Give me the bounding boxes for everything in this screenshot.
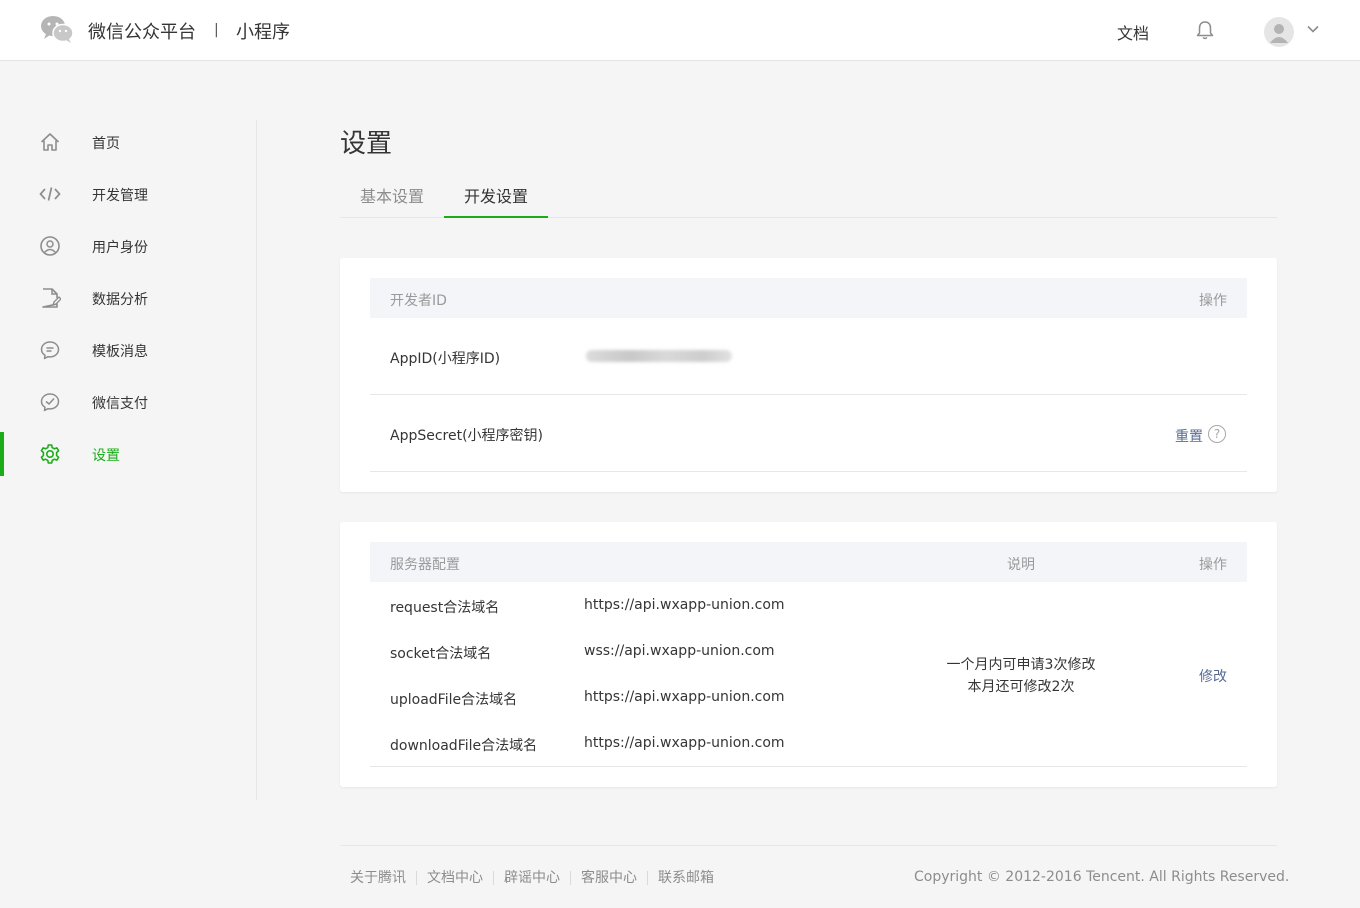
sidebar-item-data-analysis[interactable]: 数据分析 bbox=[0, 276, 256, 320]
upload-domain-label: uploadFile合法域名 bbox=[390, 692, 518, 708]
docs-link[interactable]: 文档 bbox=[1117, 20, 1149, 44]
payment-icon bbox=[40, 393, 60, 412]
footer-link-support[interactable]: 客服中心 bbox=[570, 871, 647, 885]
developer-id-table-header: 开发者ID 操作 bbox=[370, 278, 1247, 318]
sidebar: 首页 开发管理 用户身份 数据分析 模板消息 微信支付 设置 bbox=[0, 120, 257, 800]
tab-dev-settings[interactable]: 开发设置 bbox=[444, 178, 548, 218]
appid-label: AppID(小程序ID) bbox=[390, 351, 501, 367]
copyright: Copyright © 2012-2016 Tencent. All Right… bbox=[914, 869, 1290, 885]
code-icon bbox=[39, 187, 61, 201]
column-header-developer-id: 开发者ID bbox=[390, 293, 447, 309]
sidebar-item-label: 用户身份 bbox=[92, 240, 148, 256]
brand-separator: | bbox=[214, 22, 219, 38]
avatar[interactable] bbox=[1264, 17, 1294, 47]
tab-basic-settings[interactable]: 基本设置 bbox=[340, 178, 444, 218]
sidebar-item-label: 首页 bbox=[92, 136, 120, 152]
request-domain-value: https://api.wxapp-union.com bbox=[584, 597, 785, 613]
document-edit-icon bbox=[42, 288, 61, 308]
sidebar-item-home[interactable]: 首页 bbox=[0, 120, 256, 164]
column-header-action: 操作 bbox=[1199, 293, 1227, 309]
footer-links: 关于腾讯 文档中心 辟谣中心 客服中心 联系邮箱 bbox=[340, 869, 724, 887]
sidebar-item-label: 模板消息 bbox=[92, 344, 148, 360]
sidebar-item-label: 微信支付 bbox=[92, 396, 148, 412]
footer-link-about[interactable]: 关于腾讯 bbox=[340, 871, 416, 885]
note-line-1: 一个月内可申请3次修改 bbox=[946, 657, 1096, 673]
sidebar-item-template-message[interactable]: 模板消息 bbox=[0, 328, 256, 372]
socket-domain-label: socket合法域名 bbox=[390, 646, 492, 662]
footer-link-rumor[interactable]: 辟谣中心 bbox=[493, 871, 570, 885]
appsecret-label: AppSecret(小程序密钥) bbox=[390, 428, 544, 444]
modify-button[interactable]: 修改 bbox=[1199, 666, 1227, 686]
footer-divider bbox=[340, 845, 1277, 846]
upload-domain-value: https://api.wxapp-union.com bbox=[584, 689, 785, 705]
user-avatar-icon bbox=[1270, 24, 1288, 43]
download-domain-label: downloadFile合法域名 bbox=[390, 738, 538, 754]
sidebar-item-dev-management[interactable]: 开发管理 bbox=[0, 172, 256, 216]
help-icon[interactable]: ? bbox=[1208, 425, 1226, 443]
socket-domain-value: wss://api.wxapp-union.com bbox=[584, 643, 775, 659]
sidebar-item-label: 数据分析 bbox=[92, 292, 148, 308]
home-icon bbox=[40, 133, 60, 151]
settings-tabs: 基本设置 开发设置 bbox=[340, 178, 1277, 218]
sidebar-item-wechat-pay[interactable]: 微信支付 bbox=[0, 380, 256, 424]
request-domain-label: request合法域名 bbox=[390, 600, 500, 616]
wechat-logo-icon bbox=[41, 16, 74, 43]
brand-name: 微信公众平台 bbox=[88, 22, 196, 43]
top-header: 微信公众平台 | 小程序 文档 bbox=[0, 0, 1360, 61]
column-header-server-config: 服务器配置 bbox=[390, 557, 460, 573]
sidebar-item-user-identity[interactable]: 用户身份 bbox=[0, 224, 256, 268]
sidebar-item-label: 设置 bbox=[92, 448, 120, 464]
modify-limit-note: 一个月内可申请3次修改 本月还可修改2次 bbox=[900, 654, 1142, 698]
column-header-description: 说明 bbox=[1007, 557, 1035, 573]
appid-value-blurred bbox=[586, 350, 732, 362]
download-domain-value: https://api.wxapp-union.com bbox=[584, 735, 785, 751]
developer-id-panel: 开发者ID 操作 AppID(小程序ID) AppSecret(小程序密钥) 重… bbox=[340, 258, 1277, 492]
bell-icon[interactable] bbox=[1196, 20, 1214, 40]
row-divider bbox=[370, 471, 1247, 472]
row-divider bbox=[370, 766, 1247, 767]
column-header-action: 操作 bbox=[1199, 557, 1227, 573]
page-title: 设置 bbox=[340, 129, 393, 159]
server-config-table-header: 服务器配置 说明 操作 bbox=[370, 542, 1247, 582]
note-line-2: 本月还可修改2次 bbox=[967, 679, 1075, 695]
footer-link-docs[interactable]: 文档中心 bbox=[416, 871, 493, 885]
product-name: 小程序 bbox=[236, 22, 290, 43]
chat-bubble-icon bbox=[40, 341, 60, 360]
reset-secret-link[interactable]: 重置 bbox=[1175, 426, 1203, 446]
chevron-down-icon[interactable] bbox=[1306, 24, 1320, 34]
user-circle-icon bbox=[40, 236, 60, 256]
row-divider bbox=[370, 394, 1247, 395]
sidebar-item-label: 开发管理 bbox=[92, 188, 148, 204]
sidebar-item-settings[interactable]: 设置 bbox=[0, 432, 256, 476]
server-config-panel: 服务器配置 说明 操作 request合法域名 https://api.wxap… bbox=[340, 522, 1277, 787]
footer-link-email[interactable]: 联系邮箱 bbox=[647, 871, 724, 885]
gear-icon bbox=[40, 444, 60, 464]
